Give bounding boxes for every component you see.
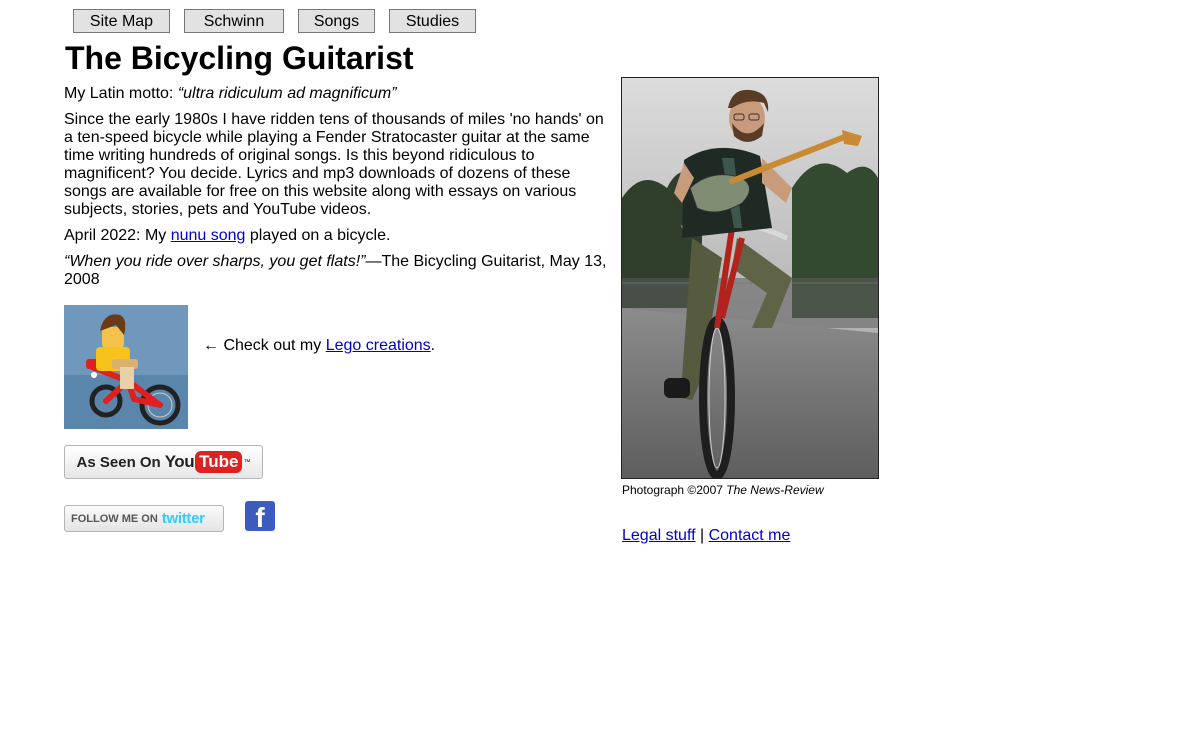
top-navigation: Site Map Schwinn Songs Studies xyxy=(73,9,490,33)
youtube-logo-you: You xyxy=(164,452,195,471)
lego-creations-link[interactable]: Lego creations xyxy=(326,337,431,354)
nav-schwinn-button[interactable]: Schwinn xyxy=(184,9,284,33)
quote-text: “When you ride over sharps, you get flat… xyxy=(64,253,366,270)
facebook-icon[interactable]: f xyxy=(245,501,275,531)
guitarist-on-bicycle-illustration xyxy=(622,78,878,478)
photo-caption-source: The News-Review xyxy=(726,483,824,497)
lego-note: ← Check out my Lego creations. xyxy=(203,337,435,355)
bicycling-guitarist-photograph xyxy=(621,77,879,479)
lego-bicyclist-image[interactable] xyxy=(64,305,188,429)
nav-songs-button[interactable]: Songs xyxy=(298,9,375,33)
nav-studies-button[interactable]: Studies xyxy=(389,9,476,33)
page-title: The Bicycling Guitarist xyxy=(65,40,414,76)
nunu-song-link[interactable]: nunu song xyxy=(171,227,246,244)
youtube-badge-prefix: As Seen On xyxy=(76,453,161,471)
motto-text: “ultra ridiculum ad magnificum” xyxy=(177,85,397,102)
legal-stuff-link[interactable]: Legal stuff xyxy=(622,527,696,544)
footer-links: Legal stuff | Contact me xyxy=(622,527,790,545)
lego-figure-illustration xyxy=(64,305,188,429)
latin-motto: My Latin motto: “ultra ridiculum ad magn… xyxy=(64,85,609,103)
news-item: April 2022: My nunu song played on a bic… xyxy=(64,227,609,245)
youtube-trademark: ™ xyxy=(243,458,251,466)
lego-note-prefix: ← Check out my xyxy=(203,337,326,354)
nav-site-map-button[interactable]: Site Map xyxy=(73,9,170,33)
motto-prefix: My Latin motto: xyxy=(64,85,178,102)
twitter-button-prefix: FOLLOW ME ON xyxy=(71,512,158,525)
lego-note-suffix: . xyxy=(430,337,436,354)
quote: “When you ride over sharps, you get flat… xyxy=(64,253,609,289)
news-suffix: played on a bicycle. xyxy=(245,227,391,244)
photo-caption-prefix: Photograph ©2007 xyxy=(622,483,727,497)
as-seen-on-youtube-badge[interactable]: As Seen On You Tube ™ xyxy=(64,445,263,479)
twitter-logo: twitter xyxy=(161,510,205,527)
footer-separator: | xyxy=(695,527,709,544)
photo-caption: Photograph ©2007 The News-Review xyxy=(622,483,824,497)
news-prefix: April 2022: My xyxy=(64,227,171,244)
contact-me-link[interactable]: Contact me xyxy=(709,527,791,544)
follow-me-on-twitter-button[interactable]: FOLLOW ME ON twitter xyxy=(64,505,224,532)
facebook-glyph: f xyxy=(255,502,265,531)
intro-paragraph: Since the early 1980s I have ridden tens… xyxy=(64,111,604,218)
youtube-logo-tube: Tube xyxy=(195,451,243,473)
